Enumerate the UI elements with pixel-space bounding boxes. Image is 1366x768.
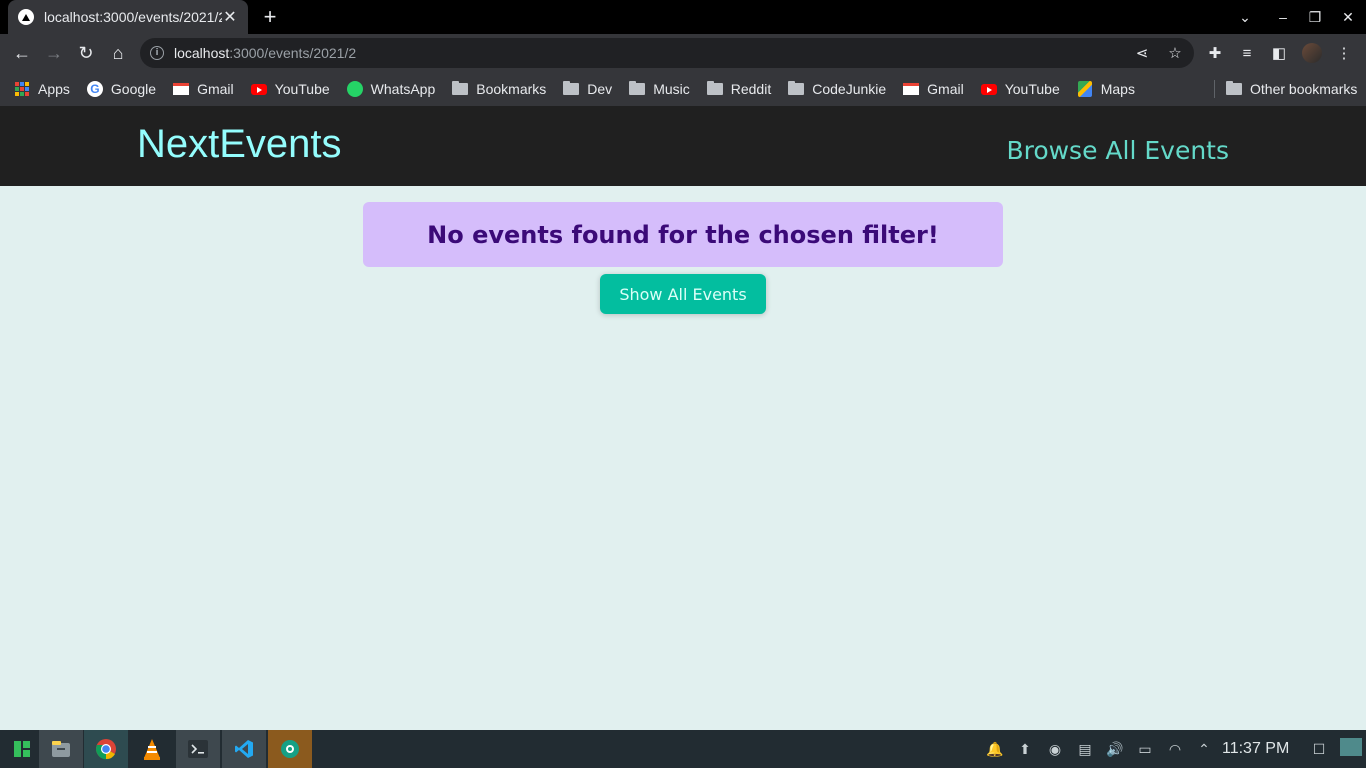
- restore-icon[interactable]: ❐: [1299, 0, 1331, 34]
- show-desktop-icon[interactable]: ☐: [1310, 740, 1328, 758]
- bookmark-star-icon[interactable]: ☆: [1167, 45, 1183, 62]
- steam-icon[interactable]: ◉: [1046, 740, 1064, 758]
- folder-icon: [452, 81, 469, 97]
- reload-icon[interactable]: ↻: [72, 39, 100, 67]
- vscode-icon[interactable]: [222, 730, 266, 768]
- vercel-icon: [18, 9, 34, 25]
- site-logo[interactable]: NextEvents: [137, 122, 342, 167]
- wifi-icon[interactable]: ◠: [1166, 740, 1184, 758]
- side-panel-icon[interactable]: ◧: [1270, 44, 1288, 62]
- youtube-icon: [250, 81, 267, 97]
- folder-icon: [563, 81, 580, 97]
- vlc-icon[interactable]: [130, 730, 174, 768]
- bookmark-label: Dev: [587, 81, 613, 97]
- bookmark-label: Maps: [1100, 81, 1135, 97]
- notification-icon[interactable]: 🔔: [986, 740, 1004, 758]
- bookmark-label: Music: [653, 81, 690, 97]
- clipboard-icon[interactable]: ▤: [1076, 740, 1094, 758]
- aperture-icon[interactable]: [268, 730, 312, 768]
- folder-icon: [706, 81, 723, 97]
- tray-expand-icon[interactable]: ⌃: [1195, 740, 1213, 758]
- file-manager-icon[interactable]: [39, 730, 83, 768]
- bookmark-label: Bookmarks: [476, 81, 547, 97]
- bookmark-label: Google: [110, 81, 157, 97]
- browse-all-events-link[interactable]: Browse All Events: [1006, 136, 1229, 165]
- media-control-icon[interactable]: ≡: [1238, 44, 1256, 62]
- address-bar[interactable]: i localhost:3000/events/2021/2 ⋖ ☆: [140, 38, 1194, 68]
- bookmark-label: Gmail: [197, 81, 234, 97]
- gmail-icon: [903, 81, 920, 97]
- no-events-alert: No events found for the chosen filter!: [363, 202, 1003, 267]
- alert-message: No events found for the chosen filter!: [427, 220, 939, 249]
- bookmark-label: Reddit: [730, 81, 772, 97]
- folder-icon: [1226, 81, 1242, 97]
- tab-strip: localhost:3000/events/2021/2 ✕ + ⌄ – ❐ ✕: [0, 0, 1366, 34]
- taskbar: 🔔 ⬆ ◉ ▤ 🔊 ▭ ◠ ⌃ 11:37 PM ☐: [0, 730, 1366, 768]
- bookmark-folder-reddit[interactable]: Reddit: [706, 81, 772, 97]
- battery-icon[interactable]: ▭: [1136, 740, 1154, 758]
- close-window-icon[interactable]: ✕: [1332, 0, 1364, 34]
- browser-tab[interactable]: localhost:3000/events/2021/2 ✕: [8, 0, 248, 34]
- bookmark-label: CodeJunkie: [812, 81, 887, 97]
- youtube-icon: [980, 81, 997, 97]
- url-host: localhost: [174, 45, 230, 61]
- bookmark-label: YouTube: [274, 81, 330, 97]
- forward-icon[interactable]: →: [40, 39, 68, 67]
- gmail-icon: [173, 81, 190, 97]
- maps-icon: [1077, 81, 1093, 97]
- show-all-events-button[interactable]: Show All Events: [600, 274, 766, 314]
- bookmark-gmail[interactable]: Gmail: [173, 81, 234, 97]
- page-viewport: NextEvents Browse All Events No events f…: [0, 106, 1366, 730]
- bookmark-label: WhatsApp: [370, 81, 436, 97]
- chrome-icon[interactable]: [84, 730, 128, 768]
- whatsapp-icon: [346, 81, 363, 97]
- url-path: :3000/events/2021/2: [229, 45, 357, 61]
- update-icon[interactable]: ⬆: [1016, 740, 1034, 758]
- minimize-icon[interactable]: –: [1267, 0, 1299, 34]
- bookmark-label: Apps: [38, 81, 70, 97]
- tab-search-icon[interactable]: ⌄: [1229, 0, 1261, 34]
- bookmark-label: Gmail: [927, 81, 964, 97]
- bookmark-folder-dev[interactable]: Dev: [563, 81, 612, 97]
- bookmark-youtube[interactable]: YouTube: [250, 81, 330, 97]
- bookmark-folder-bookmarks[interactable]: Bookmarks: [452, 81, 546, 97]
- terminal-icon[interactable]: [176, 730, 220, 768]
- home-icon[interactable]: ⌂: [104, 39, 132, 67]
- new-tab-button[interactable]: +: [259, 6, 281, 28]
- info-icon[interactable]: i: [150, 46, 164, 60]
- manjaro-icon[interactable]: [0, 730, 44, 768]
- bookmarks-divider: [1214, 80, 1215, 98]
- menu-icon[interactable]: ⋮: [1335, 44, 1353, 62]
- browser-toolbar: ← → ↻ ⌂ i localhost:3000/events/2021/2 ⋖…: [0, 34, 1366, 72]
- bookmark-youtube-2[interactable]: YouTube: [980, 81, 1060, 97]
- share-icon[interactable]: ⋖: [1134, 45, 1150, 62]
- other-bookmarks[interactable]: Other bookmarks: [1226, 72, 1357, 106]
- google-icon: G: [86, 81, 103, 97]
- bookmark-label: YouTube: [1004, 81, 1060, 97]
- bookmark-gmail-2[interactable]: Gmail: [903, 81, 964, 97]
- site-header: NextEvents Browse All Events: [0, 106, 1366, 186]
- bookmark-apps[interactable]: Apps: [14, 81, 70, 97]
- folder-icon: [788, 81, 805, 97]
- bookmark-maps[interactable]: Maps: [1077, 81, 1135, 97]
- extensions-icon[interactable]: ✚: [1206, 44, 1224, 62]
- close-icon[interactable]: ✕: [222, 7, 238, 27]
- profile-avatar[interactable]: [1302, 43, 1322, 63]
- bookmarks-bar: Apps G Google Gmail YouTube WhatsApp Boo…: [0, 72, 1366, 106]
- tab-title: localhost:3000/events/2021/2: [44, 9, 222, 25]
- clock[interactable]: 11:37 PM: [1222, 730, 1289, 768]
- desktop-pager-icon[interactable]: [1340, 738, 1362, 756]
- back-icon[interactable]: ←: [8, 39, 36, 67]
- bookmark-whatsapp[interactable]: WhatsApp: [346, 81, 436, 97]
- volume-icon[interactable]: 🔊: [1106, 740, 1124, 758]
- folder-icon: [629, 81, 646, 97]
- bookmark-google[interactable]: G Google: [86, 81, 157, 97]
- apps-grid-icon: [14, 81, 30, 97]
- bookmark-folder-music[interactable]: Music: [629, 81, 690, 97]
- other-bookmarks-label: Other bookmarks: [1250, 81, 1358, 97]
- bookmark-folder-codejunkie[interactable]: CodeJunkie: [788, 81, 886, 97]
